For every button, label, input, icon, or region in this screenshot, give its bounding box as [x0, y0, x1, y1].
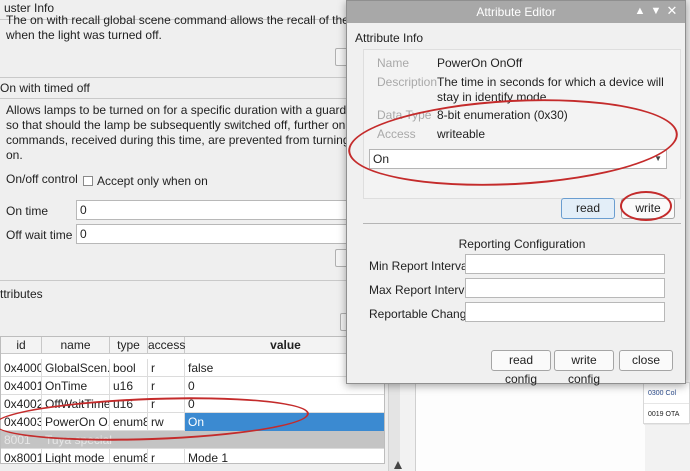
read-config-button[interactable]: read config	[491, 350, 551, 386]
checkbox-box[interactable]	[83, 176, 93, 186]
cell-access: r	[148, 377, 185, 395]
cell-name: OnTime	[42, 377, 110, 395]
timed-off-desc-line-1: Allows lamps to be turned on for a speci…	[6, 103, 386, 117]
dialog-titlebar[interactable]: Attribute Editor ▲ ▼ ✕	[347, 1, 685, 23]
attribute-info-label: Attribute Info	[355, 31, 424, 45]
cell-name: Light mode	[42, 449, 110, 463]
cell-access: r	[148, 359, 185, 377]
divider	[0, 280, 395, 281]
mouse-cursor-icon	[394, 461, 402, 469]
cell-type: u16	[110, 377, 148, 395]
close-button[interactable]: close	[619, 350, 673, 371]
timed-off-desc-line-2: so that should the lamp be subsequently …	[6, 118, 386, 132]
off-wait-time-input[interactable]: 0	[76, 224, 366, 244]
accept-only-when-on-checkbox[interactable]: Accept only when on	[83, 174, 208, 188]
on-time-label: On time	[6, 204, 49, 218]
cell-value: Mode 1	[188, 451, 229, 464]
list-item-label: 0300 Col	[648, 390, 677, 397]
write-config-button[interactable]: write config	[554, 350, 614, 386]
section-header-on-with-timed-off: On with timed off	[0, 81, 90, 95]
min-report-interval-label: Min Report Interval	[369, 259, 471, 273]
on-time-input[interactable]: 0	[76, 200, 366, 220]
read-button[interactable]: read	[561, 198, 615, 219]
column-header-name[interactable]: name	[42, 337, 110, 354]
cell-id: 0x4000	[1, 359, 42, 377]
name-value: PowerOn OnOff	[437, 56, 523, 70]
divider	[0, 98, 395, 99]
timed-off-desc-line-4: on.	[6, 148, 23, 162]
description-key: Description	[377, 75, 438, 89]
chevron-down-icon[interactable]: ▼	[649, 4, 663, 18]
list-item[interactable]: 0300 Col	[644, 383, 689, 404]
cluster-info-line-1: The on with recall global scene command …	[6, 13, 386, 27]
max-report-interval-label: Max Report Interval	[369, 283, 474, 297]
reportable-change-input[interactable]	[465, 302, 665, 322]
cluster-list: 0300 Col 0019 OTA	[643, 382, 690, 425]
column-header-id[interactable]: id	[1, 337, 42, 354]
cell-access: r	[148, 449, 185, 463]
cell-id: 0x8001	[1, 449, 42, 463]
timed-off-desc-line-3: commands, received during this time, are…	[6, 133, 386, 147]
name-key: Name	[377, 56, 410, 70]
table-row[interactable]: 0x4001 OnTime u16 r 0	[1, 377, 384, 395]
table-header: id name type access value	[1, 337, 384, 354]
annotation-oval-write	[620, 191, 672, 221]
table-row[interactable]: 0x4000 GlobalScen... bool r false	[1, 359, 384, 377]
cell-type: enum8	[110, 449, 148, 463]
reportable-change-label: Reportable Change	[369, 307, 474, 321]
accept-only-when-on-label: Accept only when on	[97, 174, 208, 188]
onoff-control-label: On/off control	[6, 172, 78, 186]
column-header-access[interactable]: access	[148, 337, 185, 354]
divider	[363, 223, 681, 224]
table-row[interactable]: 0x8001 Light mode enum8 r Mode 1	[1, 449, 384, 464]
max-report-interval-input[interactable]	[465, 278, 665, 298]
reporting-configuration-title: Reporting Configuration	[458, 237, 586, 251]
list-item-label: 0019 OTA	[648, 411, 680, 418]
cell-name: GlobalScen...	[42, 359, 110, 377]
close-icon[interactable]: ✕	[665, 4, 679, 18]
section-header-attributes: ttributes	[0, 287, 43, 301]
min-report-interval-input[interactable]	[465, 254, 665, 274]
cell-type: bool	[110, 359, 148, 377]
cluster-info-line-2: when the light was turned off.	[6, 28, 162, 42]
cell-id: 0x4001	[1, 377, 42, 395]
chevron-up-icon[interactable]: ▲	[633, 4, 647, 18]
list-item[interactable]: 0019 OTA	[644, 404, 689, 425]
column-header-type[interactable]: type	[110, 337, 148, 354]
off-wait-time-label: Off wait time	[6, 228, 73, 242]
